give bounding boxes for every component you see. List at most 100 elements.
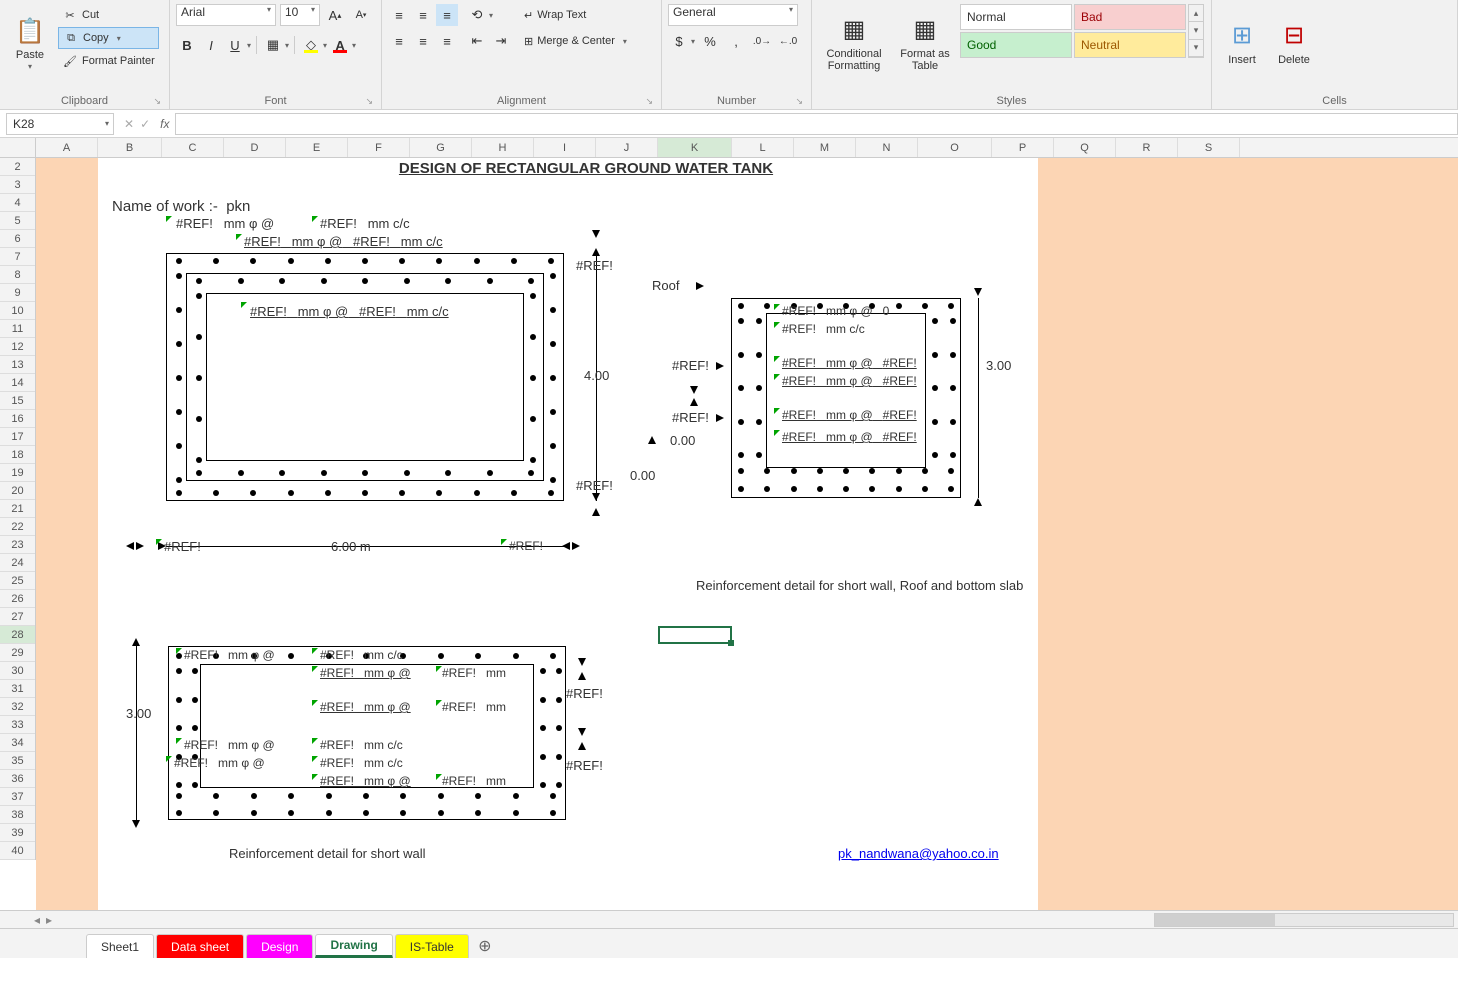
decrease-decimal-icon[interactable]: ←.0	[777, 30, 799, 52]
row-header-31[interactable]: 31	[0, 680, 35, 698]
format-painter-button[interactable]: 🖌Format Painter	[58, 50, 159, 72]
number-launcher-icon[interactable]: ↘	[795, 96, 803, 107]
row-header-39[interactable]: 39	[0, 824, 35, 842]
row-header-29[interactable]: 29	[0, 644, 35, 662]
worksheet-grid[interactable]: ABCDEFGHIJKLMNOPQRS 23456789101112131415…	[0, 138, 1458, 958]
row-header-13[interactable]: 13	[0, 356, 35, 374]
format-as-table-button[interactable]: ▦ Format as Table	[894, 4, 956, 82]
row-header-18[interactable]: 18	[0, 446, 35, 464]
increase-font-icon[interactable]: A▴	[324, 4, 346, 26]
sheet-tab-data-sheet[interactable]: Data sheet	[156, 934, 244, 958]
col-header-K[interactable]: K	[658, 138, 732, 157]
style-normal[interactable]: Normal	[960, 4, 1072, 30]
font-launcher-icon[interactable]: ↘	[365, 96, 373, 107]
fill-handle[interactable]	[728, 640, 734, 646]
row-header-12[interactable]: 12	[0, 338, 35, 356]
cancel-formula-icon[interactable]: ✕	[124, 117, 134, 131]
sheet-tab-sheet1[interactable]: Sheet1	[86, 934, 154, 958]
align-bottom-icon[interactable]: ≡	[436, 4, 458, 26]
cut-button[interactable]: ✂Cut	[58, 4, 159, 26]
sheet-tab-drawing[interactable]: Drawing	[315, 934, 392, 958]
col-header-A[interactable]: A	[36, 138, 98, 157]
col-header-F[interactable]: F	[348, 138, 410, 157]
row-header-17[interactable]: 17	[0, 428, 35, 446]
row-header-11[interactable]: 11	[0, 320, 35, 338]
col-header-G[interactable]: G	[410, 138, 472, 157]
row-header-22[interactable]: 22	[0, 518, 35, 536]
row-header-24[interactable]: 24	[0, 554, 35, 572]
col-header-I[interactable]: I	[534, 138, 596, 157]
comma-button[interactable]: ,	[725, 30, 747, 52]
col-header-P[interactable]: P	[992, 138, 1054, 157]
col-header-D[interactable]: D	[224, 138, 286, 157]
row-header-2[interactable]: 2	[0, 158, 35, 176]
style-good[interactable]: Good	[960, 32, 1072, 58]
sheet-body[interactable]: DESIGN OF RECTANGULAR GROUND WATER TANK …	[36, 158, 1458, 958]
bold-button[interactable]: B	[176, 34, 198, 56]
copy-button[interactable]: ⧉Copy▾	[58, 27, 159, 49]
tab-nav-last-icon[interactable]: ▸	[46, 913, 52, 927]
align-right-icon[interactable]: ≡	[436, 30, 458, 52]
col-header-L[interactable]: L	[732, 138, 794, 157]
insert-cells-button[interactable]: ⊞ Insert	[1218, 4, 1266, 82]
selected-cell[interactable]	[658, 626, 732, 644]
wrap-text-button[interactable]: ↵Wrap Text	[524, 4, 627, 26]
fill-color-button[interactable]: ◇	[300, 34, 322, 56]
row-header-26[interactable]: 26	[0, 590, 35, 608]
row-header-21[interactable]: 21	[0, 500, 35, 518]
row-header-9[interactable]: 9	[0, 284, 35, 302]
row-header-10[interactable]: 10	[0, 302, 35, 320]
sheet-tab-is-table[interactable]: IS-Table	[395, 934, 469, 958]
row-header-4[interactable]: 4	[0, 194, 35, 212]
row-header-25[interactable]: 25	[0, 572, 35, 590]
row-header-33[interactable]: 33	[0, 716, 35, 734]
row-header-6[interactable]: 6	[0, 230, 35, 248]
align-top-icon[interactable]: ≡	[388, 4, 410, 26]
paste-button[interactable]: 📋 Paste ▾	[6, 4, 54, 82]
col-header-Q[interactable]: Q	[1054, 138, 1116, 157]
col-header-C[interactable]: C	[162, 138, 224, 157]
row-header-7[interactable]: 7	[0, 248, 35, 266]
row-header-23[interactable]: 23	[0, 536, 35, 554]
row-header-36[interactable]: 36	[0, 770, 35, 788]
col-header-M[interactable]: M	[794, 138, 856, 157]
col-header-N[interactable]: N	[856, 138, 918, 157]
orientation-button[interactable]: ⟲	[466, 4, 488, 26]
new-sheet-button[interactable]: ⊕	[471, 934, 499, 958]
row-header-20[interactable]: 20	[0, 482, 35, 500]
decrease-font-icon[interactable]: A▾	[350, 4, 372, 26]
decrease-indent-icon[interactable]: ⇤	[466, 30, 488, 52]
col-header-J[interactable]: J	[596, 138, 658, 157]
merge-center-button[interactable]: ⊞Merge & Center▾	[524, 30, 627, 52]
clipboard-launcher-icon[interactable]: ↘	[153, 96, 161, 107]
row-headers[interactable]: 2345678910111213141516171819202122232425…	[0, 158, 36, 860]
column-headers[interactable]: ABCDEFGHIJKLMNOPQRS	[36, 138, 1458, 158]
row-header-15[interactable]: 15	[0, 392, 35, 410]
row-header-16[interactable]: 16	[0, 410, 35, 428]
style-neutral[interactable]: Neutral	[1074, 32, 1186, 58]
borders-button[interactable]: ▦	[262, 34, 284, 56]
row-header-37[interactable]: 37	[0, 788, 35, 806]
row-header-32[interactable]: 32	[0, 698, 35, 716]
col-header-S[interactable]: S	[1178, 138, 1240, 157]
col-header-O[interactable]: O	[918, 138, 992, 157]
col-header-B[interactable]: B	[98, 138, 162, 157]
row-header-27[interactable]: 27	[0, 608, 35, 626]
align-middle-icon[interactable]: ≡	[412, 4, 434, 26]
row-header-28[interactable]: 28	[0, 626, 35, 644]
percent-button[interactable]: %	[699, 30, 721, 52]
align-left-icon[interactable]: ≡	[388, 30, 410, 52]
styles-gallery-scroll[interactable]: ▴▾▾	[1188, 4, 1204, 58]
number-format-select[interactable]: General▾	[668, 4, 798, 26]
row-header-14[interactable]: 14	[0, 374, 35, 392]
horizontal-scrollbar[interactable]: ◂▸	[0, 910, 1458, 928]
row-header-5[interactable]: 5	[0, 212, 35, 230]
row-header-30[interactable]: 30	[0, 662, 35, 680]
col-header-E[interactable]: E	[286, 138, 348, 157]
tab-nav-first-icon[interactable]: ◂	[34, 913, 40, 927]
select-all-corner[interactable]	[0, 138, 36, 158]
increase-decimal-icon[interactable]: .0→	[751, 30, 773, 52]
name-box[interactable]: K28▾	[6, 113, 114, 135]
col-header-H[interactable]: H	[472, 138, 534, 157]
align-center-icon[interactable]: ≡	[412, 30, 434, 52]
